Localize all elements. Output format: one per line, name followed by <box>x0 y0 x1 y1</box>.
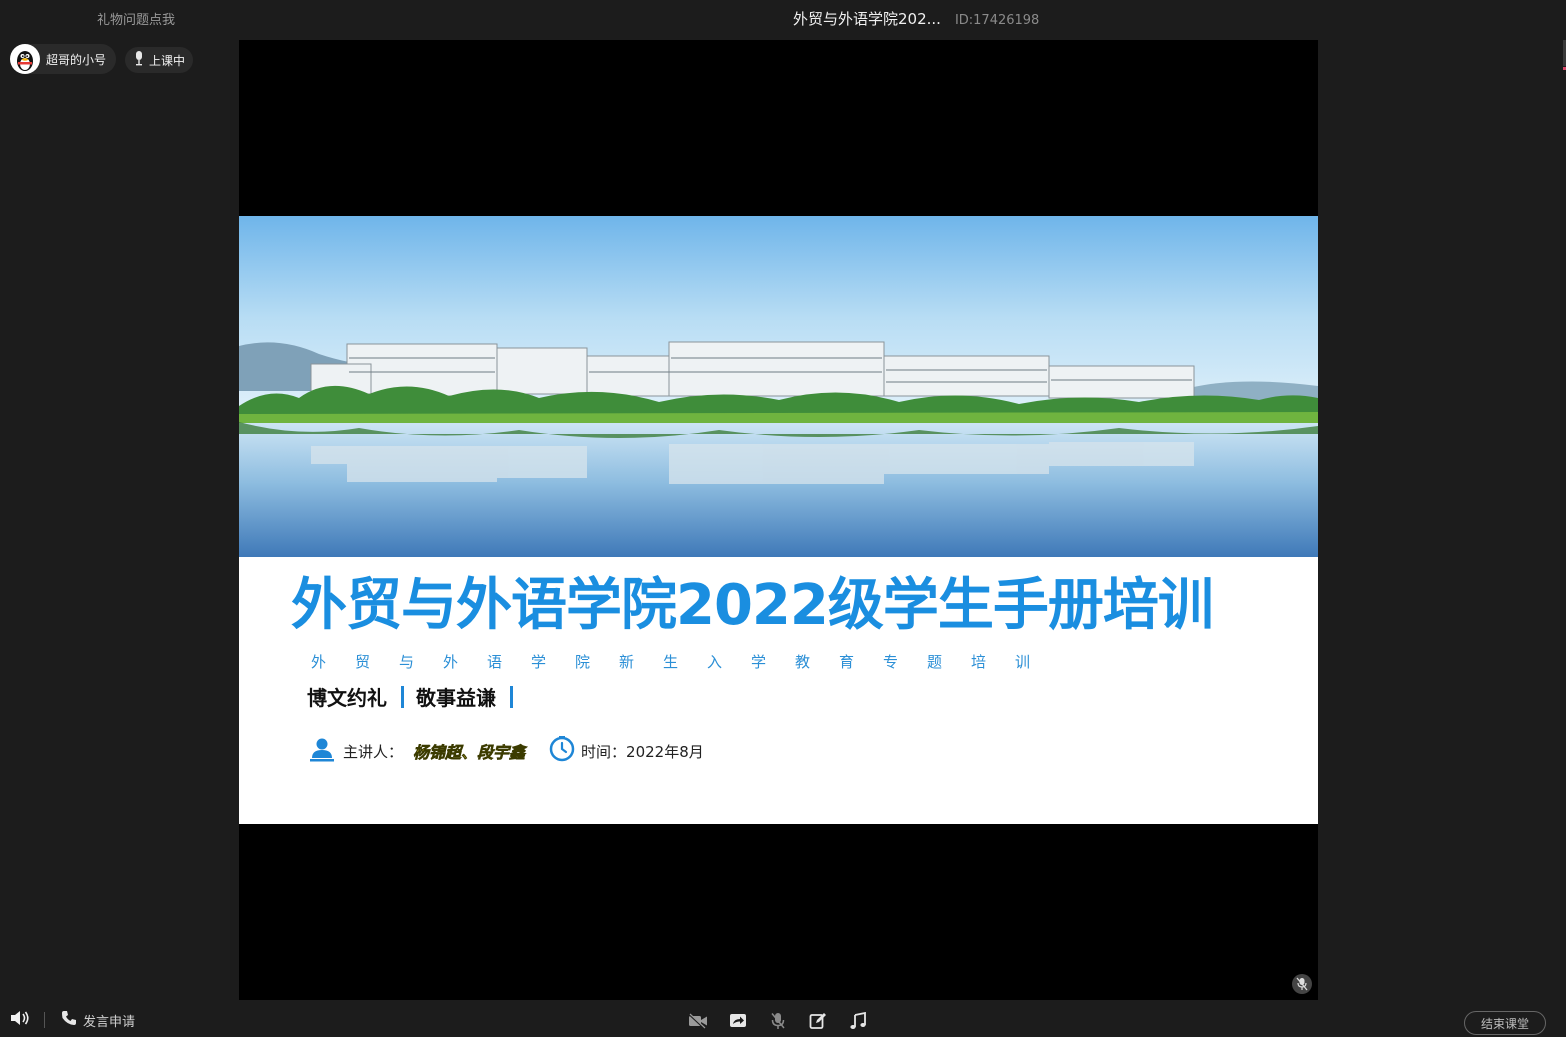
motto-divider <box>401 685 404 708</box>
camera-off-icon[interactable] <box>688 1011 708 1031</box>
presenter-names: 杨锦超、段宇鑫 <box>413 743 526 763</box>
raise-hand-button[interactable]: 发言申请 <box>61 1010 135 1030</box>
motto-divider <box>510 685 513 708</box>
speaker-volume-icon[interactable] <box>10 1009 30 1031</box>
time-value: 2022年8月 <box>626 742 704 761</box>
end-class-button[interactable]: 结束课堂 <box>1464 1011 1546 1035</box>
stage-mic-muted-icon <box>1292 974 1312 994</box>
motto-1: 博文约礼 <box>307 686 387 710</box>
music-icon[interactable] <box>848 1011 868 1031</box>
bottom-left-controls: 发言申请 <box>10 1010 135 1030</box>
campus-banner-image <box>239 216 1318 557</box>
user-pill[interactable]: 超哥的小号 <box>10 44 117 74</box>
avatar <box>10 44 40 74</box>
meta-row: 主讲人： 杨锦超、段宇鑫 时间： 2022年8月 <box>309 736 704 766</box>
gift-help-link[interactable]: 礼物问题点我 <box>97 9 175 28</box>
microphone-icon <box>133 50 145 70</box>
slide-title: 外贸与外语学院2022级学生手册培训 <box>291 573 1214 638</box>
media-toolbar <box>688 1011 868 1031</box>
bottom-divider <box>44 1012 45 1028</box>
class-status-badge: 上课中 <box>125 47 194 73</box>
class-status-text: 上课中 <box>149 53 186 68</box>
motto-row: 博文约礼 敬事益谦 <box>307 682 525 711</box>
slide-subtitle: 外贸与外语学院新生入学教育专题培训 <box>311 653 1060 671</box>
raise-hand-label: 发言申请 <box>83 1014 136 1030</box>
clock-icon <box>549 736 575 766</box>
presentation-slide: 外贸与外语学院2022级学生手册培训 外贸与外语学院新生入学教育专题培训 博文约… <box>239 216 1318 824</box>
user-name: 超哥的小号 <box>46 52 107 67</box>
whiteboard-icon[interactable] <box>808 1011 828 1031</box>
room-title: 外贸与外语学院202... <box>793 10 941 28</box>
motto-2: 敬事益谦 <box>416 686 496 710</box>
presenter-label: 主讲人： <box>343 742 404 761</box>
time-label: 时间： <box>581 742 627 761</box>
video-stage: 外贸与外语学院2022级学生手册培训 外贸与外语学院新生入学教育专题培训 博文约… <box>239 40 1318 1000</box>
presenter-icon <box>309 736 335 766</box>
room-title-group: 外贸与外语学院202... ID:17426198 <box>793 8 1039 29</box>
mic-off-icon[interactable] <box>768 1011 788 1031</box>
room-id: ID:17426198 <box>954 13 1040 28</box>
screen-share-icon[interactable] <box>728 1011 748 1031</box>
phone-icon <box>61 1010 77 1030</box>
